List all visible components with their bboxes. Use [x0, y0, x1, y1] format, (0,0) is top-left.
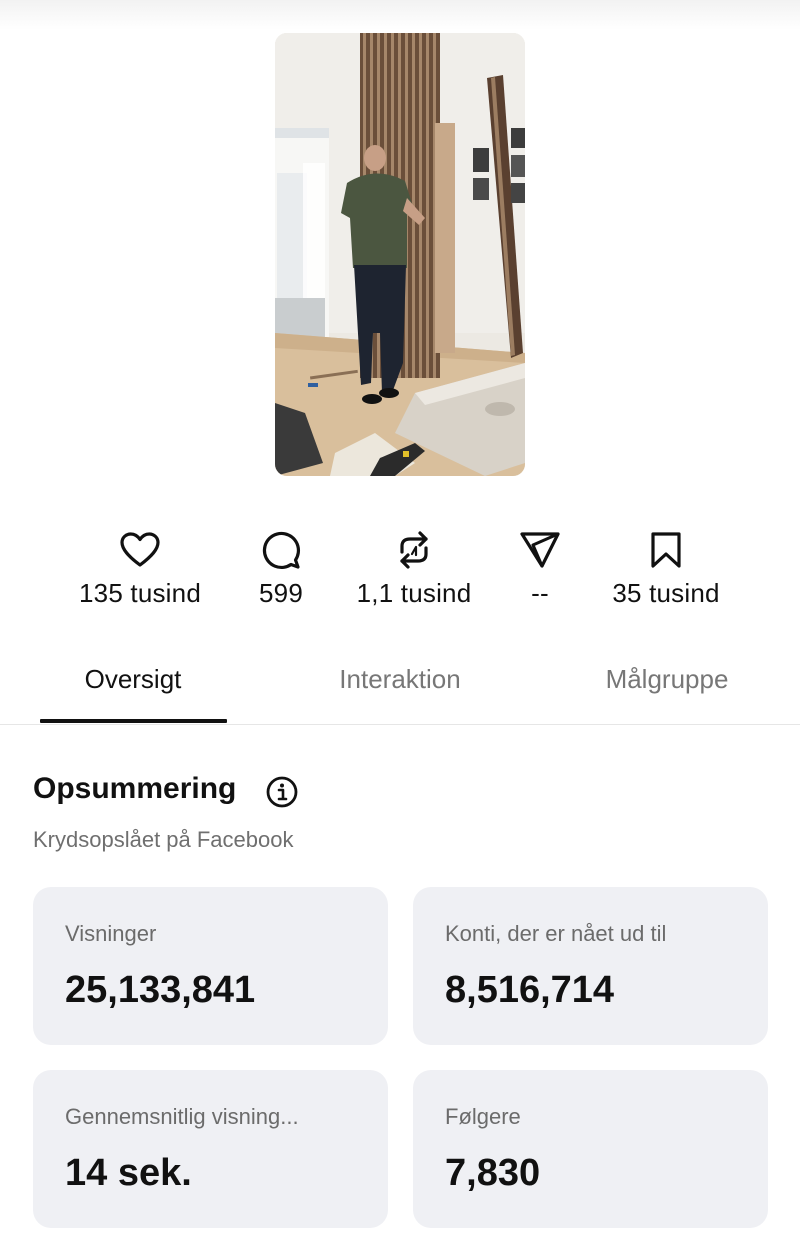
crosspost-subtitle: Krydsopslået på Facebook [33, 827, 294, 852]
followers-card[interactable]: Følgere 7,830 [413, 1070, 768, 1228]
tab-malgruppe[interactable]: Målgruppe [547, 664, 787, 695]
accounts-reached-label: Konti, der er nået ud til [445, 921, 667, 946]
insights-tabs: Oversigt Interaktion Målgruppe [0, 648, 800, 725]
accounts-reached-card[interactable]: Konti, der er nået ud til 8,516,714 [413, 887, 768, 1045]
followers-value: 7,830 [445, 1152, 541, 1194]
accounts-reached-value: 8,516,714 [445, 969, 615, 1011]
followers-label: Følgere [445, 1104, 521, 1129]
active-tab-indicator [40, 719, 227, 723]
tab-interaktion[interactable]: Interaktion [280, 664, 520, 695]
saves-count: 35 tusind [612, 578, 720, 608]
views-card[interactable]: Visninger 25,133,841 [33, 887, 388, 1045]
repost-icon [400, 531, 428, 569]
comment-icon [262, 531, 301, 570]
heart-icon [120, 532, 160, 567]
tab-oversigt[interactable]: Oversigt [13, 664, 253, 695]
saves-stat[interactable]: 35 tusind [576, 526, 756, 609]
views-value: 25,133,841 [65, 969, 256, 1011]
share-icon [520, 532, 560, 568]
summary-title: Opsummering [33, 772, 237, 805]
engagement-stats: 135 tusind 599 1,1 tusind -- 35 tusind [0, 526, 800, 626]
video-thumbnail[interactable] [275, 33, 525, 476]
top-fade [0, 0, 800, 30]
avg-watch-time-label: Gennemsnitlig visning... [65, 1104, 299, 1129]
bookmark-icon [651, 532, 681, 568]
avg-watch-time-value: 14 sek. [65, 1152, 192, 1194]
info-icon[interactable] [266, 776, 298, 808]
video-thumbnail-image [275, 33, 525, 476]
views-label: Visninger [65, 921, 157, 946]
avg-watch-time-card[interactable]: Gennemsnitlig visning... 14 sek. [33, 1070, 388, 1228]
